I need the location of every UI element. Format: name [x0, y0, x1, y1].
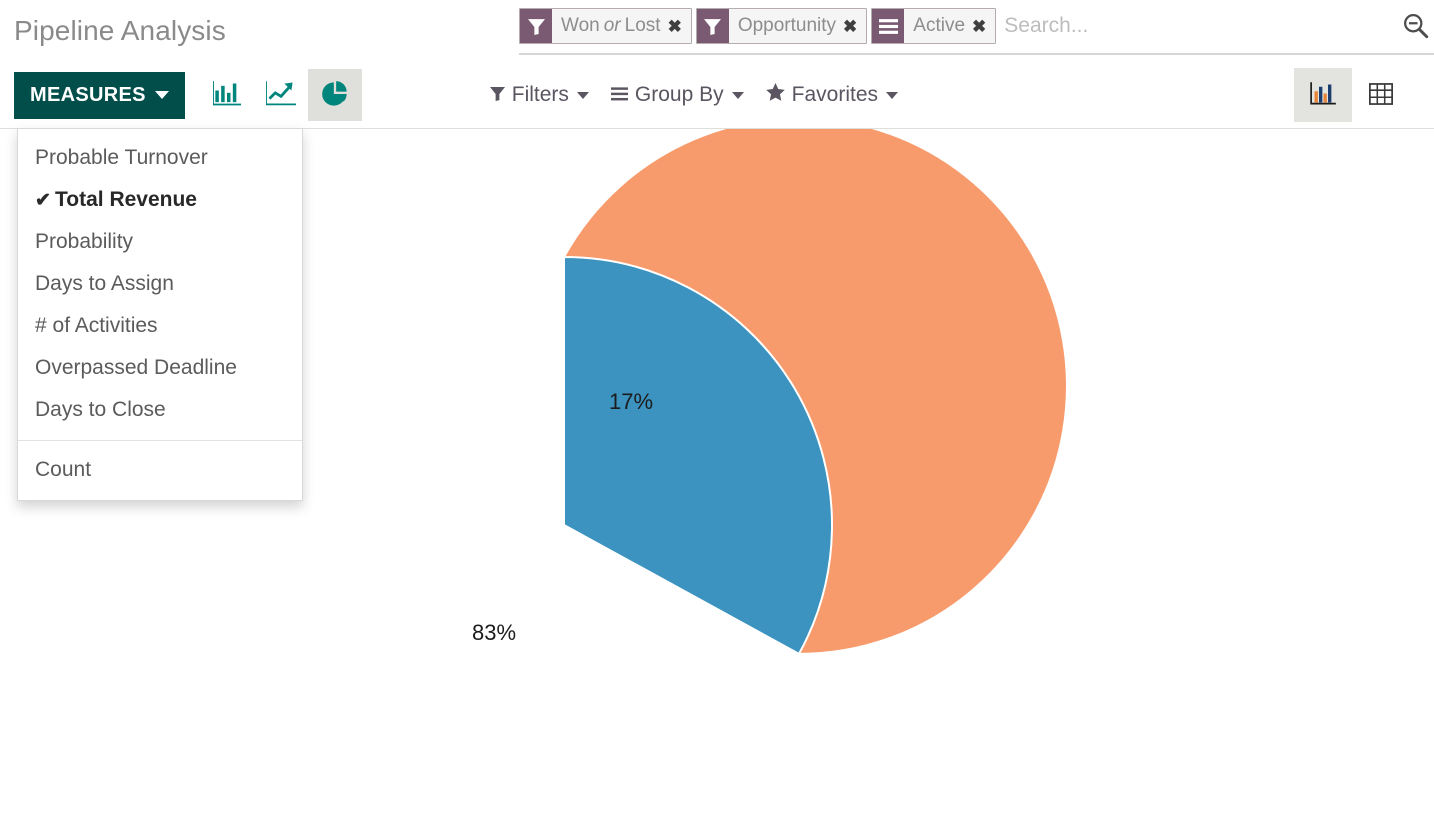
- filter-icon: [489, 83, 505, 107]
- star-icon: [765, 83, 785, 107]
- chart-type-group: [200, 69, 362, 121]
- facet-text-operator: or: [603, 15, 621, 36]
- measure-item-days-to-close[interactable]: Days to Close: [18, 389, 302, 431]
- chevron-down-icon: [731, 91, 744, 99]
- measure-item-label: # of Activities: [35, 314, 158, 337]
- pie-chart-icon: [321, 80, 349, 111]
- measure-item-label: Probability: [35, 230, 134, 253]
- group-by-menu[interactable]: Group By: [610, 83, 744, 107]
- facet-close-icon[interactable]: ✖: [668, 9, 691, 43]
- line-chart-icon: [264, 80, 296, 110]
- search-input-wrapper: [1000, 8, 1434, 44]
- pivot-view-icon: [1369, 82, 1393, 108]
- group-by-icon: [610, 83, 628, 107]
- search-view: Won or Lost ✖ Opportunity ✖ Active ✖: [519, 8, 1434, 55]
- measure-item-probable-turnover[interactable]: Probable Turnover: [18, 137, 302, 179]
- group-by-menu-label: Group By: [634, 83, 724, 106]
- facet-text-part-1: Won: [561, 15, 600, 36]
- facet-label: Opportunity: [729, 9, 843, 43]
- pie-slice-label-17: 17%: [609, 389, 653, 414]
- graph-view-button[interactable]: [1294, 68, 1352, 122]
- measures-dropdown-menu: Probable Turnover ✔ Total Revenue Probab…: [17, 128, 303, 501]
- facet-close-icon[interactable]: ✖: [972, 9, 995, 43]
- pie-chart-icon-button[interactable]: [307, 69, 362, 121]
- measure-item-overpassed-deadline[interactable]: Overpassed Deadline: [18, 347, 302, 389]
- page-title: Pipeline Analysis: [14, 15, 226, 46]
- measures-button[interactable]: MEASURES: [14, 71, 185, 119]
- search-minus-icon[interactable]: [1400, 10, 1430, 40]
- bar-chart-icon: [211, 80, 241, 110]
- measure-item-label: Days to Assign: [35, 272, 174, 295]
- measure-item-probability[interactable]: Probability: [18, 221, 302, 263]
- line-chart-icon-button[interactable]: [254, 69, 308, 121]
- facet-text-part-2: Lost: [624, 15, 661, 36]
- measure-item-number-of-activities[interactable]: # of Activities: [18, 305, 302, 347]
- search-facet-opportunity[interactable]: Opportunity ✖: [695, 8, 868, 44]
- measure-item-label: Days to Close: [35, 398, 166, 421]
- bar-chart-icon-button[interactable]: [200, 69, 254, 121]
- facet-text-part-1: Active: [913, 15, 966, 36]
- search-facet-won-or-lost[interactable]: Won or Lost ✖: [519, 8, 692, 44]
- measure-item-label: Count: [35, 458, 92, 481]
- chevron-down-icon: [886, 91, 898, 99]
- graph-view-icon: [1309, 81, 1337, 109]
- measure-item-label: Total Revenue: [55, 188, 197, 211]
- measure-item-days-to-assign[interactable]: Days to Assign: [18, 263, 302, 305]
- menu-divider: [18, 440, 302, 441]
- filters-menu-label: Filters: [511, 83, 569, 106]
- measure-item-label: Overpassed Deadline: [35, 356, 237, 379]
- filter-icon: [520, 9, 552, 43]
- facet-text-part-1: Opportunity: [737, 15, 837, 36]
- pie-slice-label-83: 83%: [472, 620, 516, 645]
- chevron-down-icon: [576, 91, 589, 99]
- control-panel-bottom: MEASURES Filters Group By Favorites: [0, 62, 1434, 129]
- measure-item-count[interactable]: Count: [18, 449, 302, 491]
- pivot-view-button[interactable]: [1352, 68, 1410, 122]
- group-by-icon: [872, 9, 905, 43]
- measure-item-total-revenue[interactable]: ✔ Total Revenue: [18, 179, 302, 221]
- chevron-down-icon: [154, 91, 169, 99]
- favorites-menu-label: Favorites: [791, 83, 878, 106]
- search-facet-active[interactable]: Active ✖: [871, 8, 997, 44]
- facet-label: Active: [904, 9, 972, 43]
- check-icon: ✔: [35, 189, 51, 211]
- search-input[interactable]: [1000, 9, 1434, 43]
- measures-button-label: MEASURES: [30, 83, 146, 106]
- measure-item-label: Probable Turnover: [35, 146, 208, 169]
- facet-label: Won or Lost: [552, 9, 668, 43]
- filter-menus: Filters Group By Favorites: [489, 83, 898, 107]
- filter-icon: [696, 9, 729, 43]
- facet-close-icon[interactable]: ✖: [843, 9, 866, 43]
- favorites-menu[interactable]: Favorites: [765, 83, 898, 107]
- filters-menu[interactable]: Filters: [489, 83, 589, 107]
- view-switcher: [1294, 68, 1410, 122]
